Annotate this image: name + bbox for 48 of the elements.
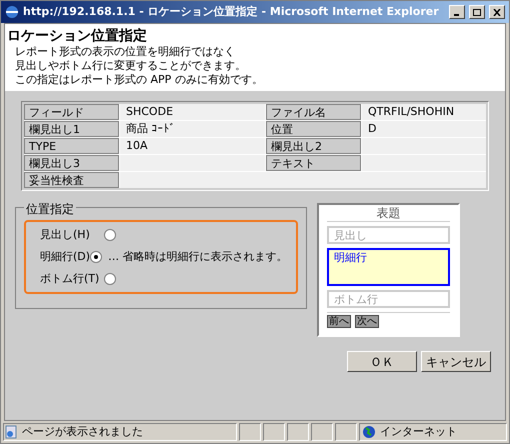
field-value: 10A: [120, 138, 265, 154]
status-message: ページが表示されました: [22, 424, 143, 440]
field-value: 商品 ｺｰﾄﾞ: [120, 121, 265, 137]
field-label: 位置: [266, 121, 361, 137]
option-note: … 省略時は明細行に表示されます。: [108, 248, 288, 265]
preview-row[interactable]: 明細行: [327, 248, 450, 286]
dialog-button[interactable]: キャンセル: [421, 351, 491, 372]
option-label: ボトム行(T): [40, 270, 100, 287]
maximize-button[interactable]: [469, 5, 485, 19]
minimize-button[interactable]: [449, 5, 465, 19]
dialog-button[interactable]: ＯＫ: [347, 351, 417, 372]
globe-icon: [362, 425, 376, 439]
radio-button[interactable]: [104, 273, 116, 285]
status-pane: [335, 423, 357, 441]
maximize-icon: [473, 8, 481, 16]
option-label: 明細行(D): [40, 248, 90, 265]
field-value: QTRFIL/SHOHIN: [362, 104, 486, 120]
field-value: D: [362, 121, 486, 137]
status-pane: [287, 423, 309, 441]
description-text: 見出しやボトム行に変更することができます。: [14, 59, 247, 73]
preview-title: 表題: [327, 205, 450, 222]
status-pane: [263, 423, 285, 441]
radio-button[interactable]: [90, 251, 102, 263]
close-button[interactable]: [489, 5, 505, 19]
window-title: http://192.168.1.1 - ロケーション位置指定 - Microsoft Internet Explorer: [23, 4, 440, 20]
field-label: 妥当性検査: [24, 172, 119, 188]
field-value: SHCODE: [120, 104, 265, 120]
radio-button[interactable]: [104, 229, 116, 241]
description-text: レポート形式の表示の位置を明細行ではなく: [14, 45, 236, 59]
status-pane: [311, 423, 333, 441]
option-label: 見出し(H): [40, 226, 91, 243]
zone-label: インターネット: [380, 424, 457, 440]
field-label: TYPE: [24, 138, 119, 154]
field-label: フィールド: [24, 104, 119, 120]
field-label: ファイル名: [266, 104, 361, 120]
field-label: 欄見出し2: [266, 138, 361, 154]
nav-button[interactable]: 次へ: [355, 315, 379, 328]
page-icon: [4, 425, 18, 439]
page-title: ロケーション位置指定: [7, 27, 148, 45]
description-text: この指定はレポート形式の APP のみに有効です。: [14, 73, 264, 87]
field-label: テキスト: [266, 155, 361, 171]
group-legend: 位置指定: [24, 200, 76, 218]
close-icon: [493, 8, 501, 16]
field-label: 欄見出し1: [24, 121, 119, 137]
field-label: 欄見出し3: [24, 155, 119, 171]
nav-button[interactable]: 前へ: [327, 315, 351, 328]
browser-icon: [5, 5, 19, 19]
status-pane: [239, 423, 261, 441]
